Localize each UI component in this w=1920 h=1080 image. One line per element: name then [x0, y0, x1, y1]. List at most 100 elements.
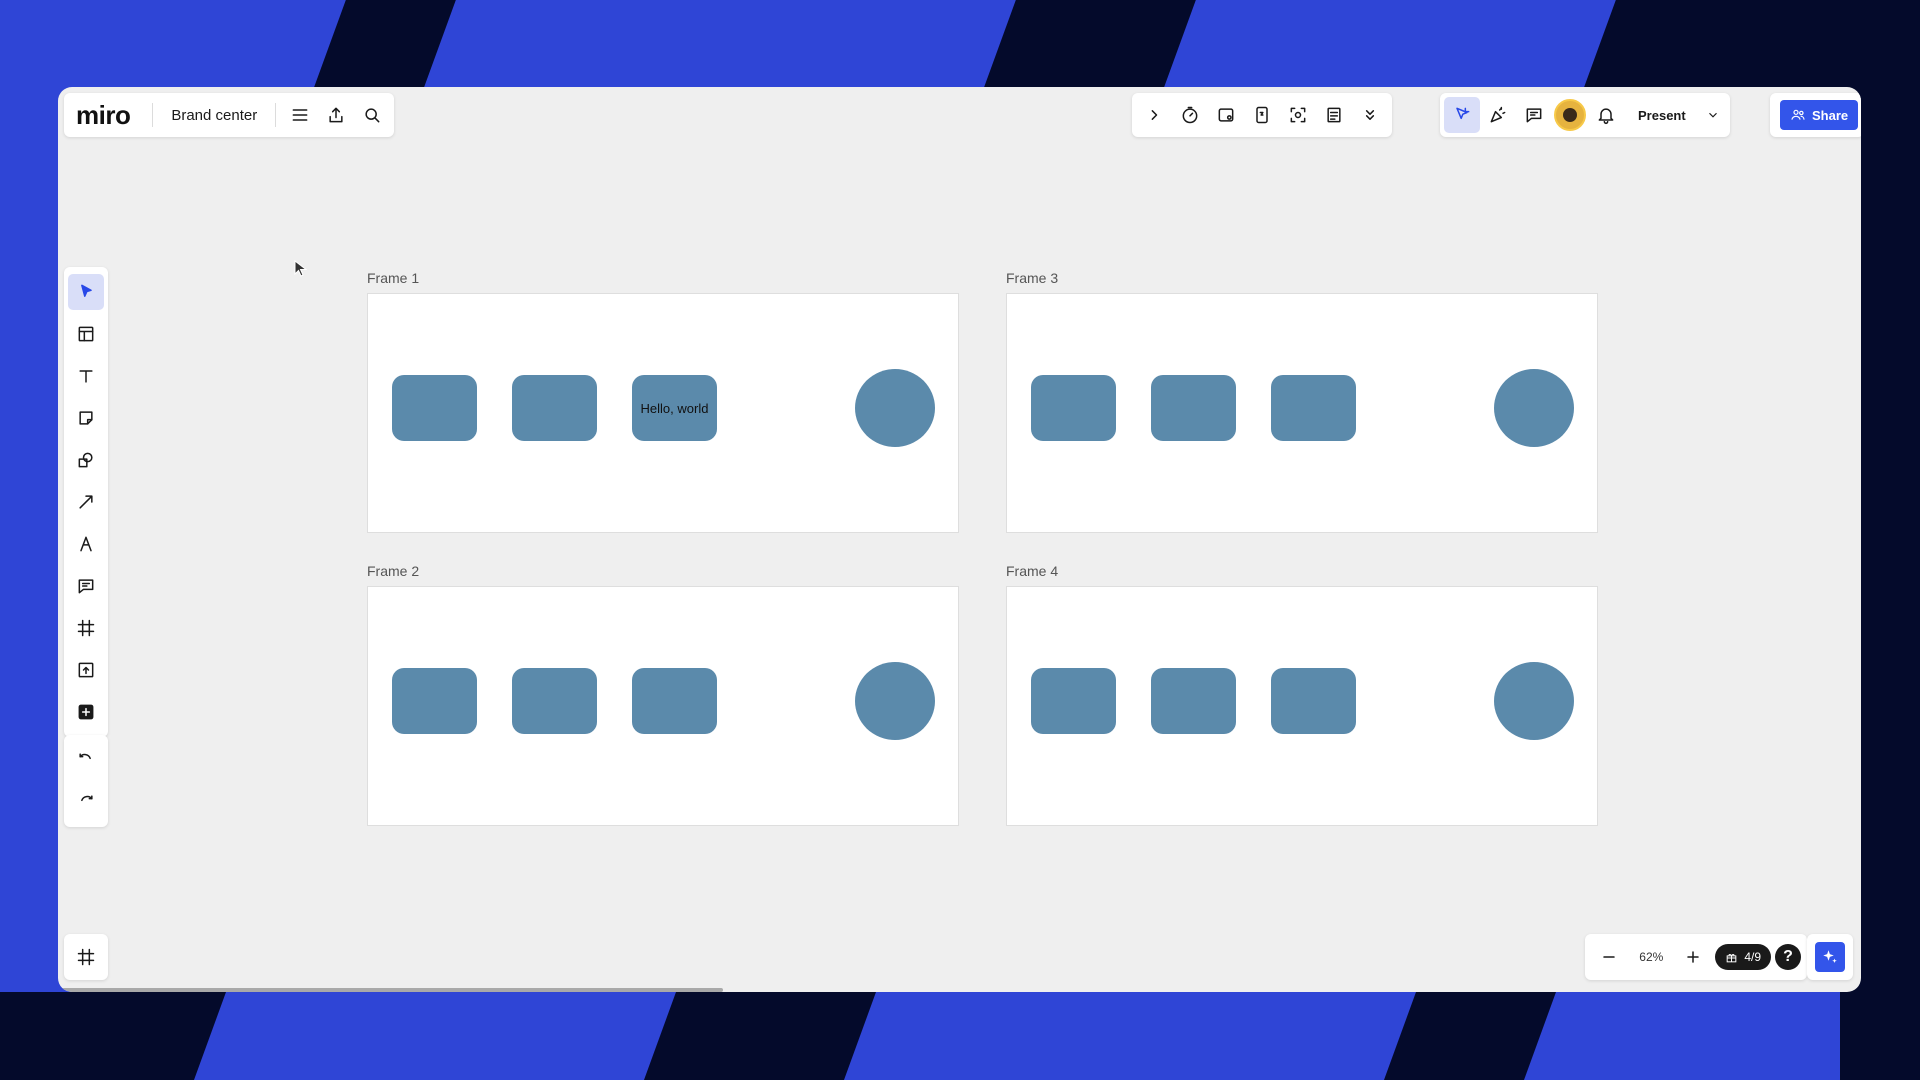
rounded-rectangle-shape[interactable] — [512, 375, 597, 441]
search-icon — [365, 108, 380, 123]
chat-icon — [1526, 108, 1542, 123]
frame-2[interactable] — [367, 586, 959, 826]
sticky-note-icon — [79, 411, 93, 425]
main-menu-button[interactable] — [282, 97, 318, 133]
shapes-tool[interactable] — [68, 442, 104, 478]
frame-3[interactable] — [1006, 293, 1598, 533]
celebrate-icon — [1490, 106, 1506, 123]
cursor-follow-button[interactable] — [1444, 97, 1480, 133]
creation-toolbar — [64, 267, 108, 737]
present-button[interactable]: Present — [1624, 98, 1700, 132]
board-name[interactable]: Brand center — [171, 107, 257, 124]
more-apps-tool[interactable] — [68, 694, 104, 730]
notifications-button[interactable] — [1588, 97, 1624, 133]
frame-tool[interactable] — [68, 610, 104, 646]
more-tools-button[interactable] — [1352, 97, 1388, 133]
connector-tool[interactable] — [68, 484, 104, 520]
rounded-rectangle-shape[interactable] — [1151, 668, 1236, 734]
export-button[interactable] — [318, 97, 354, 133]
zoom-out-button[interactable] — [1591, 939, 1627, 975]
select-tool[interactable] — [68, 274, 104, 310]
notes-button[interactable] — [1316, 97, 1352, 133]
select-icon — [81, 284, 92, 297]
share-container: Share — [1770, 93, 1861, 137]
frame-label[interactable]: Frame 2 — [367, 563, 419, 579]
ai-assist-button[interactable] — [1807, 934, 1853, 980]
focus-button[interactable] — [1280, 97, 1316, 133]
celebrate-button[interactable] — [1480, 97, 1516, 133]
circle-shape[interactable] — [1494, 369, 1574, 447]
video-button[interactable] — [1208, 97, 1244, 133]
frames-panel-button[interactable] — [64, 934, 108, 980]
frame-navigator-button[interactable]: 4/9 — [1715, 944, 1771, 970]
rounded-rectangle-shape-hello-world[interactable]: Hello, world — [632, 375, 717, 441]
connector-icon — [79, 495, 93, 509]
timer-icon — [1182, 106, 1198, 124]
video-icon — [1218, 108, 1234, 122]
upload-icon — [78, 662, 94, 678]
divider — [152, 103, 154, 127]
zoom-level[interactable]: 62% — [1631, 950, 1671, 964]
hamburger-menu-icon — [292, 109, 308, 121]
focus-icon — [1290, 107, 1306, 123]
redo-icon — [81, 795, 93, 802]
frame-4[interactable] — [1006, 586, 1598, 826]
rounded-rectangle-shape[interactable] — [512, 668, 597, 734]
frame-label[interactable]: Frame 3 — [1006, 270, 1058, 286]
rounded-rectangle-shape[interactable] — [632, 668, 717, 734]
zoom-in-button[interactable] — [1675, 939, 1711, 975]
comment-tool[interactable] — [68, 568, 104, 604]
chat-button[interactable] — [1516, 97, 1552, 133]
notes-icon — [1327, 107, 1341, 123]
text-tool[interactable] — [68, 358, 104, 394]
presence-toolbar: Present — [1440, 93, 1730, 137]
rounded-rectangle-shape[interactable] — [1031, 668, 1116, 734]
frame-label[interactable]: Frame 4 — [1006, 563, 1058, 579]
rounded-rectangle-shape[interactable] — [392, 668, 477, 734]
circle-shape[interactable] — [855, 369, 935, 447]
share-button[interactable]: Share — [1780, 100, 1859, 130]
voting-button[interactable] — [1244, 97, 1280, 133]
background-stripe — [0, 992, 227, 1080]
frame-label[interactable]: Frame 1 — [367, 270, 419, 286]
sticky-note-tool[interactable] — [68, 400, 104, 436]
collaboration-toolbar — [1132, 93, 1392, 137]
share-label: Share — [1812, 107, 1849, 123]
circle-shape[interactable] — [855, 662, 935, 740]
horizontal-scrollbar[interactable] — [58, 988, 723, 992]
bell-icon — [1598, 108, 1614, 125]
ai-assist-inner — [1815, 942, 1845, 972]
rounded-rectangle-shape[interactable] — [392, 375, 477, 441]
user-avatar-button[interactable] — [1552, 97, 1588, 133]
timer-button[interactable] — [1172, 97, 1208, 133]
templates-tool[interactable] — [68, 316, 104, 352]
frame-counter: 4/9 — [1744, 950, 1761, 964]
pen-icon — [80, 536, 92, 552]
rounded-rectangle-shape[interactable] — [1271, 375, 1356, 441]
help-button[interactable]: ? — [1775, 944, 1801, 970]
undo-icon — [79, 753, 91, 760]
search-button[interactable] — [354, 97, 390, 133]
users-icon — [1791, 109, 1805, 120]
minus-icon — [1603, 956, 1616, 958]
top-left-toolbar: miro Brand center — [64, 93, 395, 137]
divider — [275, 103, 277, 127]
upload-tool[interactable] — [68, 652, 104, 688]
rounded-rectangle-shape[interactable] — [1151, 375, 1236, 441]
circle-shape[interactable] — [1494, 662, 1574, 740]
rounded-rectangle-shape[interactable] — [1271, 668, 1356, 734]
upload-icon — [329, 107, 343, 123]
sparkle-icon — [1823, 950, 1837, 963]
redo-button[interactable] — [68, 784, 104, 820]
present-options-button[interactable] — [1700, 98, 1726, 132]
frame-1[interactable]: Hello, world — [367, 293, 959, 533]
plus-icon — [1687, 951, 1700, 963]
gift-icon — [1726, 953, 1737, 962]
chevron-down-icon — [1708, 112, 1717, 118]
pen-tool[interactable] — [68, 526, 104, 562]
rounded-rectangle-shape[interactable] — [1031, 375, 1116, 441]
expand-toolbar-button[interactable] — [1136, 97, 1172, 133]
chevron-right-icon — [1151, 110, 1158, 120]
miro-logo[interactable]: miro — [76, 100, 131, 131]
undo-button[interactable] — [68, 742, 104, 778]
